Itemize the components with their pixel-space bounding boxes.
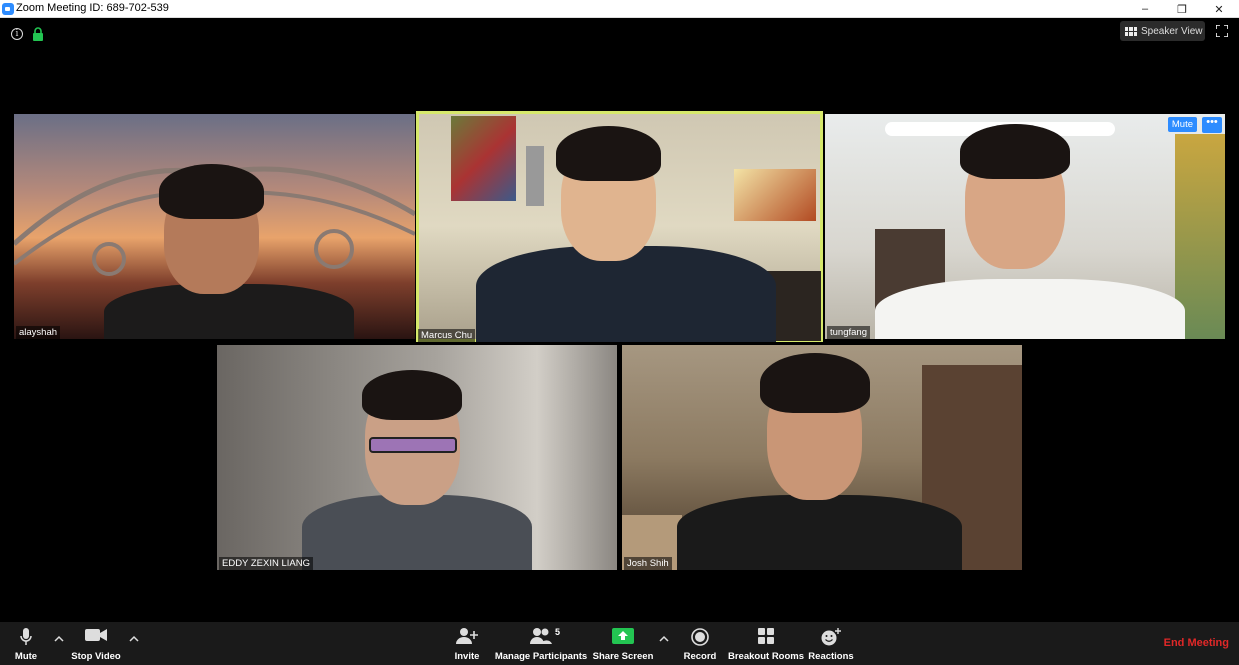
close-button[interactable]: ✕ <box>1201 0 1237 18</box>
window-title: Zoom Meeting ID: 689-702-539 <box>16 2 169 14</box>
reactions-label: Reactions <box>808 651 854 662</box>
audio-options-chevron-up-icon[interactable] <box>54 634 64 644</box>
person-hair <box>760 353 870 413</box>
share-options-chevron-up-icon[interactable] <box>659 634 669 644</box>
smiley-icon <box>821 628 841 646</box>
participant-name: Marcus Chu <box>418 329 476 342</box>
video-tile-eddy-zexin-liang[interactable]: EDDY ZEXIN LIANG <box>217 345 617 570</box>
person-hair <box>159 164 264 219</box>
share-screen-icon <box>612 628 634 644</box>
reactions-button[interactable]: Reactions <box>808 622 854 665</box>
participant-name: tungfang <box>827 326 870 339</box>
meeting-info-icon[interactable]: i <box>11 28 23 40</box>
restore-button[interactable]: ❐ <box>1164 0 1200 18</box>
mute-label: Mute <box>14 651 38 662</box>
end-meeting-button[interactable]: End Meeting <box>1164 637 1229 649</box>
video-tile-alayshah[interactable]: alayshah <box>14 114 415 339</box>
video-tile-josh-shih[interactable]: Josh Shih <box>622 345 1022 570</box>
add-person-icon <box>456 628 478 644</box>
person-glasses <box>369 437 457 453</box>
person-hair <box>960 124 1070 179</box>
participant-count-badge: 5 <box>555 627 561 637</box>
person-body <box>476 246 776 342</box>
lock-icon[interactable] <box>32 27 44 41</box>
person-hair <box>556 126 661 181</box>
minimize-button[interactable]: – <box>1127 0 1163 18</box>
participant-name: EDDY ZEXIN LIANG <box>219 557 313 570</box>
manage-participants-button[interactable]: Manage Participants <box>494 622 588 665</box>
manage-participants-label: Manage Participants <box>494 651 588 662</box>
video-tile-tungfang[interactable]: Mute ••• tungfang <box>825 114 1225 339</box>
person-body <box>677 495 962 570</box>
gallery-grid-icon <box>1125 26 1137 36</box>
zoom-app-icon <box>2 3 14 15</box>
breakout-rooms-label: Breakout Rooms <box>728 651 805 662</box>
wall-poster <box>734 169 816 221</box>
breakout-rooms-icon <box>758 628 774 644</box>
video-camera-icon <box>85 629 107 641</box>
meeting-toolbar: Mute Stop Video Invite Manage Participan… <box>0 622 1239 665</box>
speaker-view-label: Speaker View <box>1141 25 1203 37</box>
fullscreen-icon[interactable] <box>1216 25 1228 37</box>
breakout-rooms-button[interactable]: Breakout Rooms <box>728 622 804 665</box>
invite-button[interactable]: Invite <box>448 622 486 665</box>
wall-poster <box>451 116 516 201</box>
person-body <box>875 279 1185 339</box>
participants-icon <box>530 628 552 644</box>
share-screen-label: Share Screen <box>592 651 654 662</box>
microphone-icon <box>20 628 32 645</box>
record-label: Record <box>683 651 717 662</box>
speaker-view-button[interactable]: Speaker View <box>1120 21 1205 41</box>
title-bar: Zoom Meeting ID: 689-702-539 – ❐ ✕ <box>0 0 1239 18</box>
stop-video-button[interactable]: Stop Video <box>68 622 124 665</box>
tile-more-button[interactable]: ••• <box>1202 117 1222 133</box>
person-hair <box>362 370 462 420</box>
video-tile-marcus-chu[interactable]: Marcus Chu <box>416 111 823 342</box>
tile-mute-button[interactable]: Mute <box>1167 117 1197 132</box>
mute-button[interactable]: Mute <box>8 622 44 665</box>
person-body <box>302 495 532 570</box>
invite-label: Invite <box>454 651 480 662</box>
participant-name: Josh Shih <box>624 557 672 570</box>
wall-poster <box>526 146 544 206</box>
share-screen-button[interactable]: Share Screen <box>592 622 654 665</box>
record-button[interactable]: Record <box>682 622 718 665</box>
stop-video-label: Stop Video <box>71 651 121 662</box>
participant-name: alayshah <box>16 326 61 339</box>
video-options-chevron-up-icon[interactable] <box>129 634 139 644</box>
record-icon <box>691 628 709 646</box>
